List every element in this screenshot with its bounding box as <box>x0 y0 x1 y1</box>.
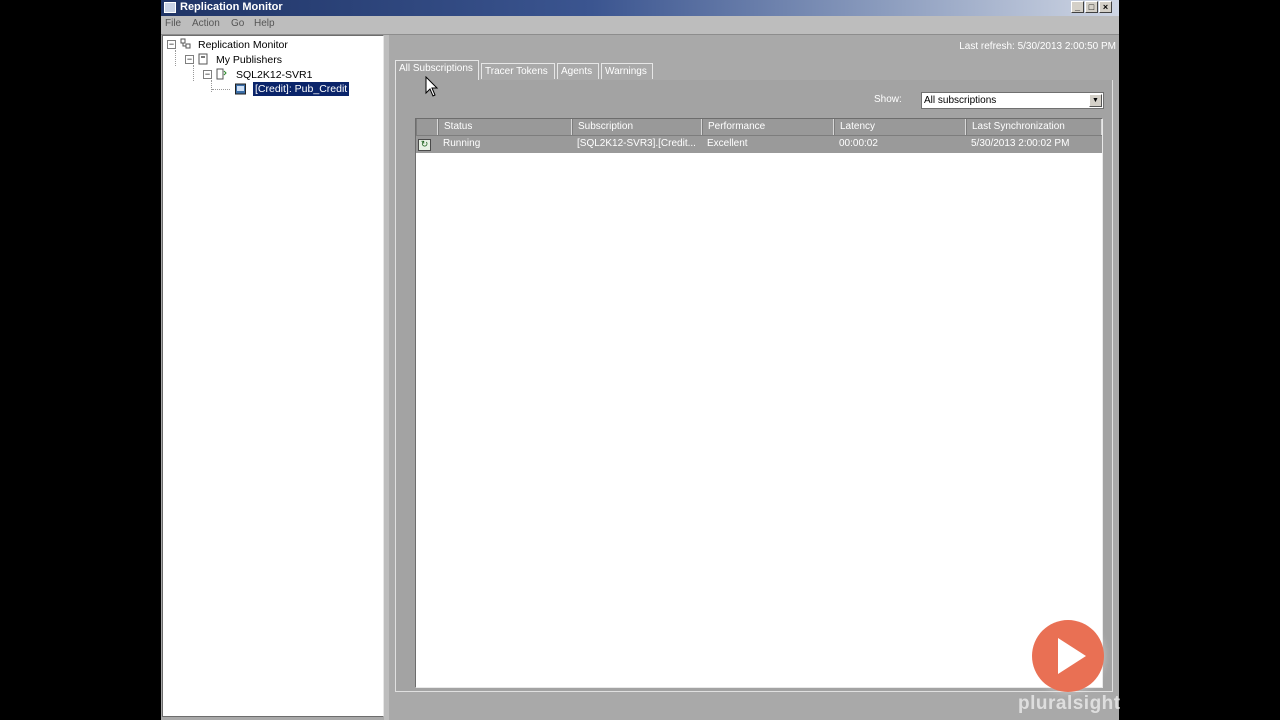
pluralsight-play-logo-icon <box>1032 620 1104 692</box>
tab-warnings[interactable]: Warnings <box>601 63 653 79</box>
pluralsight-watermark: pluralsight <box>1018 693 1121 714</box>
cell-status: Running <box>443 138 481 149</box>
minimize-button[interactable]: _ <box>1071 1 1084 13</box>
menu-file[interactable]: File <box>165 18 181 29</box>
details-pane: Last refresh: 5/30/2013 2:00:50 PM All S… <box>389 35 1119 720</box>
collapse-icon[interactable]: − <box>167 40 176 49</box>
show-filter-label: Show: <box>874 94 902 105</box>
server-icon <box>216 68 227 80</box>
close-button[interactable]: × <box>1099 1 1112 13</box>
last-refresh-text: Last refresh: 5/30/2013 2:00:50 PM <box>959 41 1116 52</box>
replication-monitor-window: Replication Monitor _ □ × File Action Go… <box>161 0 1119 720</box>
column-header-latency[interactable]: Latency <box>834 119 966 135</box>
collapse-icon[interactable]: − <box>185 55 194 64</box>
cell-subscription: [SQL2K12-SVR3].[Credit... <box>577 138 696 149</box>
menu-help[interactable]: Help <box>254 18 275 29</box>
tree-label-publication: [Credit]: Pub_Credit <box>253 82 350 96</box>
cell-latency: 00:00:02 <box>839 138 878 149</box>
replication-monitor-app-icon <box>164 2 176 13</box>
grid-header: Status Subscription Performance Latency … <box>416 119 1102 136</box>
replication-monitor-icon <box>180 38 191 49</box>
tree-label-server: SQL2K12-SVR1 <box>236 69 313 81</box>
menu-action[interactable]: Action <box>192 18 220 29</box>
column-header-subscription[interactable]: Subscription <box>572 119 702 135</box>
running-status-icon: ↻ <box>418 139 431 151</box>
column-header-performance[interactable]: Performance <box>702 119 834 135</box>
column-header-status[interactable]: Status <box>438 119 572 135</box>
publishers-folder-icon <box>198 53 208 65</box>
collapse-icon[interactable]: − <box>203 70 212 79</box>
column-header-last-synchronization[interactable]: Last Synchronization <box>966 119 1102 135</box>
menu-bar: File Action Go Help <box>161 16 1119 35</box>
show-filter-value: All subscriptions <box>924 95 997 106</box>
publication-icon <box>235 83 246 95</box>
tab-tracer-tokens[interactable]: Tracer Tokens <box>481 63 555 79</box>
tab-agents[interactable]: Agents <box>557 63 599 79</box>
tree-label-replication-monitor: Replication Monitor <box>198 39 288 51</box>
subscriptions-grid: Status Subscription Performance Latency … <box>415 118 1103 688</box>
column-header-icon[interactable] <box>416 119 438 135</box>
tree-label-my-publishers: My Publishers <box>216 54 282 66</box>
all-subscriptions-panel: Show: All subscriptions ▼ Status Subscri… <box>395 80 1113 692</box>
cell-last-synchronization: 5/30/2013 2:00:02 PM <box>971 138 1070 149</box>
navigation-tree: − Replication Monitor − My Publishers − … <box>162 35 384 717</box>
title-bar[interactable]: Replication Monitor _ □ × <box>161 0 1119 16</box>
menu-go[interactable]: Go <box>231 18 244 29</box>
mouse-cursor-icon <box>425 76 439 97</box>
cell-performance: Excellent <box>707 138 748 149</box>
table-row[interactable]: ↻ Running [SQL2K12-SVR3].[Credit... Exce… <box>416 136 1102 153</box>
maximize-button[interactable]: □ <box>1085 1 1098 13</box>
dropdown-arrow-icon[interactable]: ▼ <box>1089 94 1102 107</box>
window-title: Replication Monitor <box>180 1 283 13</box>
show-filter-dropdown[interactable]: All subscriptions ▼ <box>921 92 1104 109</box>
tab-strip: All Subscriptions Tracer Tokens Agents W… <box>395 60 1113 81</box>
